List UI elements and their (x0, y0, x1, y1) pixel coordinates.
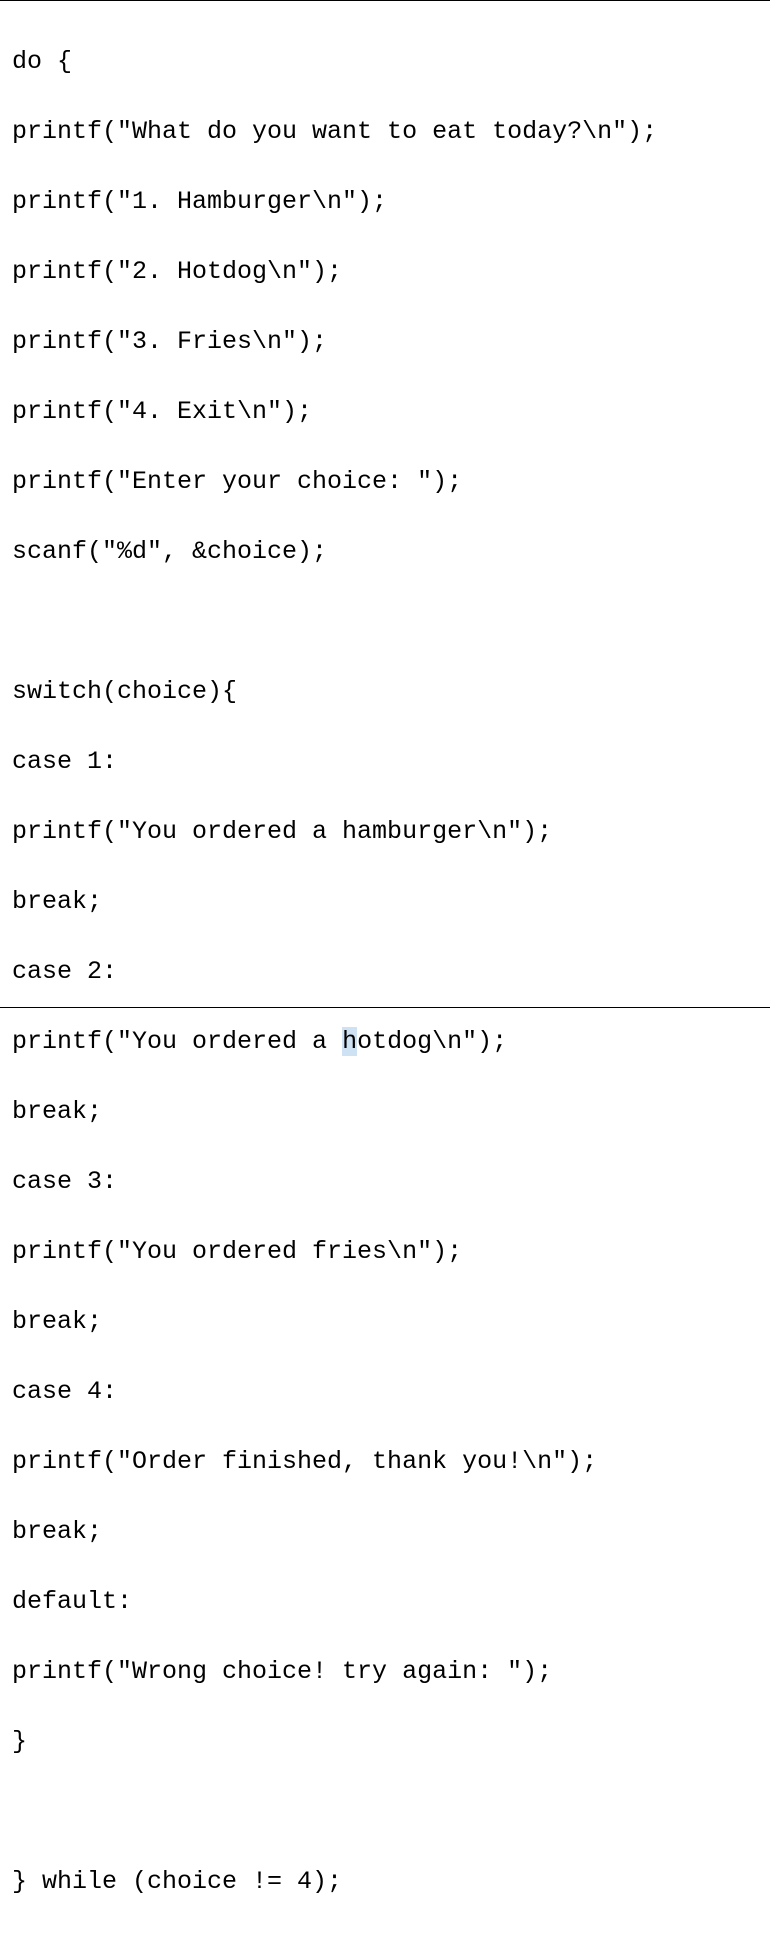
code-line: break; (12, 884, 758, 919)
code-line: break; (12, 1094, 758, 1129)
code-block: do { printf("What do you want to eat tod… (12, 9, 758, 1934)
code-line: printf("4. Exit\n"); (12, 394, 758, 429)
code-line: printf("You ordered a hotdog\n"); (12, 1024, 758, 1059)
code-line: printf("Order finished, thank you!\n"); (12, 1444, 758, 1479)
code-line: } (12, 1724, 758, 1759)
code-line: default: (12, 1584, 758, 1619)
code-line: break; (12, 1304, 758, 1339)
code-line (12, 604, 758, 639)
code-line: printf("You ordered fries\n"); (12, 1234, 758, 1269)
code-line: printf("2. Hotdog\n"); (12, 254, 758, 289)
code-line: case 3: (12, 1164, 758, 1199)
code-line: break; (12, 1514, 758, 1549)
code-line: printf("3. Fries\n"); (12, 324, 758, 359)
code-line: case 2: (12, 954, 758, 989)
code-line: printf("1. Hamburger\n"); (12, 184, 758, 219)
code-line: case 1: (12, 744, 758, 779)
code-line: case 4: (12, 1374, 758, 1409)
code-line: printf("You ordered a hamburger\n"); (12, 814, 758, 849)
code-line: } while (choice != 4); (12, 1864, 758, 1899)
code-line (12, 1794, 758, 1829)
code-line: printf("Wrong choice! try again: "); (12, 1654, 758, 1689)
code-text: printf("You ordered a (12, 1027, 342, 1056)
code-line: scanf("%d", &choice); (12, 534, 758, 569)
code-line: printf("Enter your choice: "); (12, 464, 758, 499)
code-line: do { (12, 44, 758, 79)
code-line: switch(choice){ (12, 674, 758, 709)
code-text: otdog\n"); (357, 1027, 507, 1056)
text-cursor-highlight: h (342, 1027, 357, 1056)
code-line: printf("What do you want to eat today?\n… (12, 114, 758, 149)
